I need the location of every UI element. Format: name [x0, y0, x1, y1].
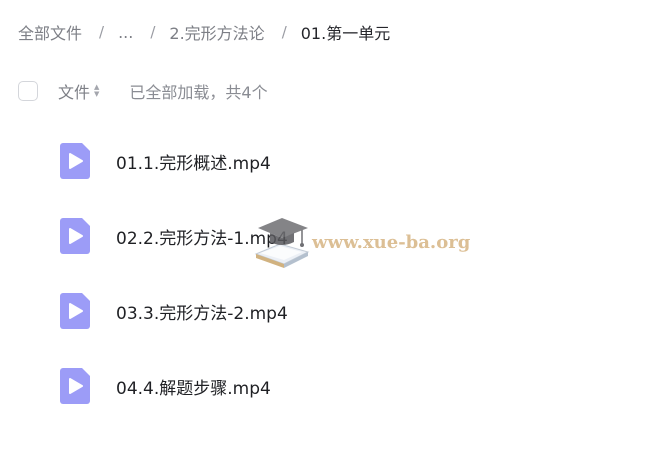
- breadcrumb-item-folder[interactable]: 2.完形方法论: [169, 20, 264, 44]
- file-browser: 全部文件 / ... / 2.完形方法论 / 01.第一单元 文件 ▲ ▼ 已全…: [0, 0, 655, 454]
- list-item[interactable]: 01.1.完形概述.mp4: [58, 141, 618, 181]
- list-header: 文件 ▲ ▼ 已全部加载，共4个: [18, 79, 268, 103]
- breadcrumb-item-current: 01.第一单元: [300, 24, 391, 43]
- breadcrumb-item-all-files[interactable]: 全部文件: [18, 20, 82, 44]
- breadcrumb-separator: /: [281, 23, 287, 41]
- file-name: 01.1.完形概述.mp4: [116, 153, 271, 174]
- select-all-checkbox[interactable]: [18, 81, 38, 101]
- list-item[interactable]: 02.2.完形方法-1.mp4: [58, 216, 618, 256]
- file-name: 04.4.解题步骤.mp4: [116, 378, 271, 399]
- breadcrumb: 全部文件 / ... / 2.完形方法论 / 01.第一单元: [18, 20, 390, 44]
- file-name: 03.3.完形方法-2.mp4: [116, 303, 288, 324]
- sort-icon: ▲ ▼: [94, 84, 99, 98]
- list-item[interactable]: 04.4.解题步骤.mp4: [58, 366, 618, 406]
- breadcrumb-separator: /: [99, 23, 105, 41]
- load-status-text: 已全部加载，共4个: [129, 83, 268, 102]
- video-file-icon: [60, 293, 90, 329]
- video-file-icon: [60, 143, 90, 179]
- sort-down-arrow-icon: ▼: [94, 90, 100, 98]
- video-file-icon: [60, 368, 90, 404]
- breadcrumb-separator: /: [150, 23, 156, 41]
- video-file-icon: [60, 218, 90, 254]
- column-label-file: 文件: [58, 83, 91, 102]
- list-item[interactable]: 03.3.完形方法-2.mp4: [58, 291, 618, 331]
- sort-by-file-button[interactable]: 文件 ▲ ▼: [58, 79, 99, 103]
- file-name: 02.2.完形方法-1.mp4: [116, 228, 288, 249]
- breadcrumb-item-ellipsis[interactable]: ...: [118, 23, 133, 42]
